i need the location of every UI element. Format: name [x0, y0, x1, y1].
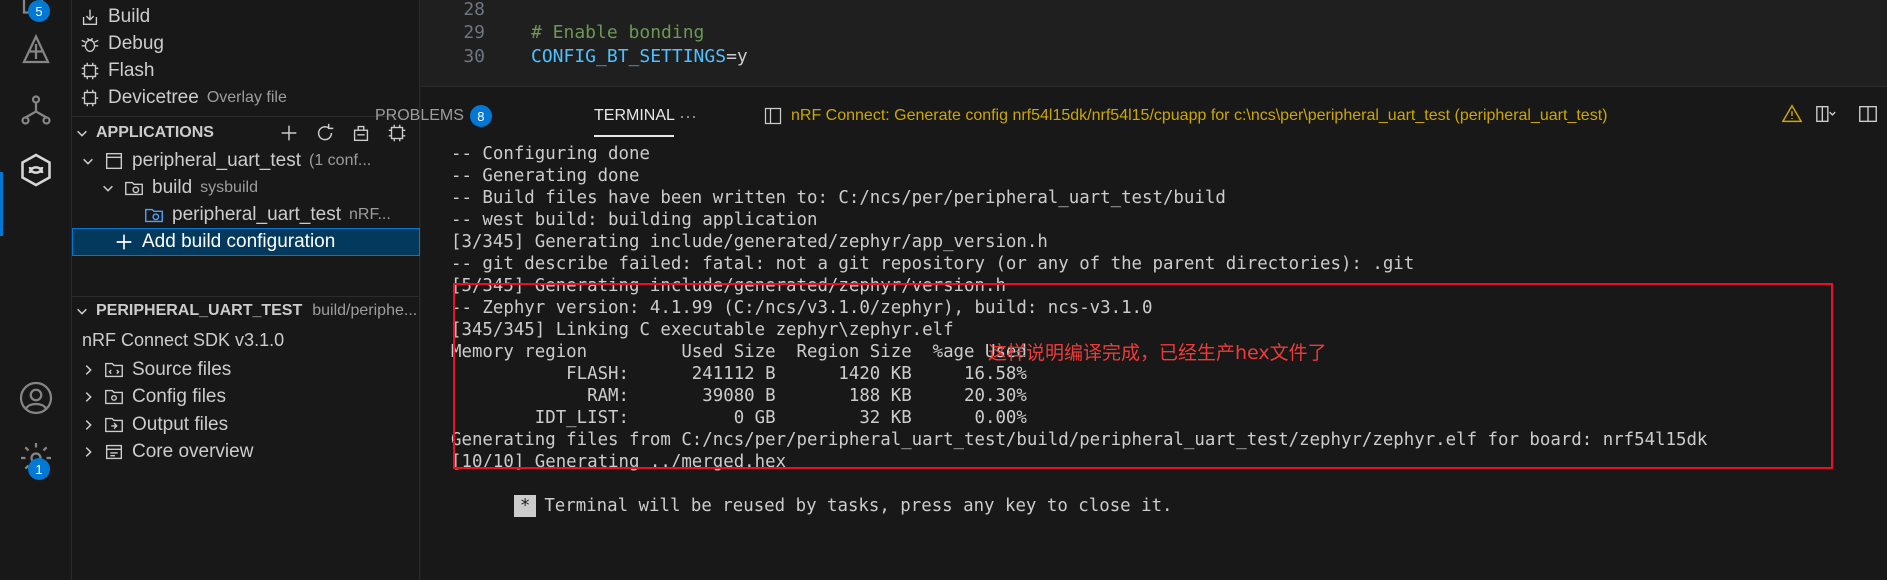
explorer-badge: 5 — [28, 0, 50, 22]
build-image-item[interactable]: peripheral_uart_test nRF... — [72, 198, 420, 231]
plus-icon — [112, 230, 136, 254]
config-files-label: Config files — [132, 385, 226, 407]
add-application-icon[interactable] — [276, 120, 302, 146]
flash-icon — [78, 59, 102, 83]
build-image-desc: nRF... — [349, 205, 391, 223]
source-control-icon[interactable] — [0, 80, 72, 140]
chevron-right-icon — [78, 442, 98, 462]
debug-icon — [78, 32, 102, 56]
activity-bar: 5 1 — [0, 0, 72, 580]
terminal-line: [10/10] Generating ../merged.hex — [451, 452, 787, 472]
terminal-line: Generating files from C:/ncs/per/periphe… — [451, 430, 1708, 450]
details-desc: build/periphe... — [312, 302, 418, 319]
terminal-reuse-line: * Terminal will be reused by tasks, press… — [451, 473, 1173, 517]
core-overview-icon — [102, 440, 126, 464]
action-debug-label: Debug — [108, 32, 164, 54]
details-section-header[interactable]: PERIPHERAL_UART_TEST build/periphe... — [72, 294, 420, 328]
nrf-connect-icon[interactable] — [0, 140, 72, 200]
details-item-core-overview[interactable]: Core overview — [72, 435, 420, 468]
settings-badge: 1 — [28, 458, 50, 480]
action-devicetree-desc: Overlay file — [206, 88, 287, 106]
line-number: 28 — [463, 0, 485, 20]
image-folder-icon — [142, 203, 166, 227]
reuse-marker: * — [513, 495, 537, 517]
core-overview-label: Core overview — [132, 440, 254, 462]
chevron-right-icon — [78, 415, 98, 435]
application-icon — [102, 149, 126, 173]
add-build-configuration-label: Add build configuration — [142, 231, 336, 252]
source-files-label: Source files — [132, 358, 232, 380]
active-tab-indicator — [594, 135, 674, 137]
panel-tab-bar: PROBLEMS 8 TERMINAL ··· nRF Connect: Gen… — [375, 87, 1887, 141]
settings-gear-icon[interactable]: 1 — [0, 428, 72, 488]
annotation-text: 这样说明编译完成，已经生产hex文件了 — [988, 342, 1327, 364]
action-devicetree-label: Devicetree — [108, 86, 199, 108]
sidebar: Build Debug Flash Devicetree Overlay fil… — [72, 0, 420, 580]
terminal-line: -- git describe failed: fatal: not a git… — [451, 254, 1415, 274]
terminal-line: -- Configuring done — [451, 144, 650, 164]
details-title: PERIPHERAL_UART_TEST — [96, 302, 303, 319]
output-files-label: Output files — [132, 413, 229, 435]
reuse-message: Terminal will be reused by tasks, press … — [544, 496, 1173, 516]
applications-title: APPLICATIONS — [96, 124, 214, 141]
terminal-line: [5/345] Generating include/generated/zep… — [451, 276, 1006, 296]
config-files-icon — [102, 385, 126, 409]
chevron-down-icon — [72, 123, 92, 143]
terminal-line: -- Build files have been written to: C:/… — [451, 188, 1226, 208]
add-build-configuration-button[interactable]: Add build configuration — [72, 228, 420, 256]
source-files-icon — [102, 358, 126, 382]
build-all-icon[interactable] — [348, 120, 374, 146]
build-image-label: peripheral_uart_test — [172, 203, 341, 225]
code-comment: # Enable bonding — [531, 21, 705, 43]
build-label: build — [152, 176, 193, 198]
terminal-line: [3/345] Generating include/generated/zep… — [451, 232, 1048, 252]
application-desc: (1 conf... — [309, 151, 372, 169]
terminal-line: -- Generating done — [451, 166, 640, 186]
split-terminal-icon[interactable] — [1853, 99, 1883, 129]
code-config-key: CONFIG_BT_SETTINGS — [531, 45, 727, 67]
devicetree-icon — [78, 86, 102, 110]
sdk-version-label: nRF Connect SDK v3.1.0 — [82, 330, 285, 350]
chevron-right-icon — [78, 360, 98, 380]
build-folder-icon — [122, 176, 146, 200]
terminal-line: Memory region Used Size Region Size %age… — [451, 342, 1027, 362]
line-number: 30 — [463, 45, 485, 67]
terminal-line: RAM: 39080 B 188 KB 20.30% — [451, 386, 1027, 406]
code-editor[interactable]: 28 29 # Enable bonding 30 CONFIG_BT_SETT… — [421, 0, 1887, 86]
bottom-panel: PROBLEMS 8 TERMINAL ··· nRF Connect: Gen… — [375, 86, 1887, 580]
terminal-line: [345/345] Linking C executable zephyr\ze… — [451, 320, 954, 340]
nrf-device-icon[interactable] — [0, 20, 72, 80]
refresh-icon[interactable] — [312, 120, 338, 146]
line-number: 29 — [463, 21, 485, 43]
account-icon[interactable] — [0, 368, 72, 428]
code-line: 30 CONFIG_BT_SETTINGS =y — [421, 42, 748, 70]
chevron-down-icon — [72, 301, 92, 321]
warning-icon — [1777, 99, 1807, 129]
build-desc: sysbuild — [200, 178, 258, 196]
panel-actions — [421, 99, 1887, 129]
chevron-down-icon — [78, 151, 98, 171]
code-config-value: =y — [726, 45, 748, 67]
terminal-line: -- west build: building application — [451, 210, 818, 230]
terminal-line: IDT_LIST: 0 GB 32 KB 0.00% — [451, 408, 1027, 428]
chevron-down-icon — [98, 178, 118, 198]
action-flash-label: Flash — [108, 59, 155, 81]
terminal-line: -- Zephyr version: 4.1.99 (C:/ncs/v3.1.0… — [451, 298, 1153, 318]
build-icon — [78, 5, 102, 29]
action-devicetree[interactable]: Devicetree Overlay file — [72, 81, 420, 114]
action-build-label: Build — [108, 5, 151, 27]
application-label: peripheral_uart_test — [132, 149, 301, 171]
output-files-icon — [102, 413, 126, 437]
split-terminal-dropdown-icon[interactable] — [1811, 99, 1841, 129]
terminal-line: FLASH: 241112 B 1420 KB 16.58% — [451, 364, 1027, 384]
chevron-right-icon — [78, 387, 98, 407]
